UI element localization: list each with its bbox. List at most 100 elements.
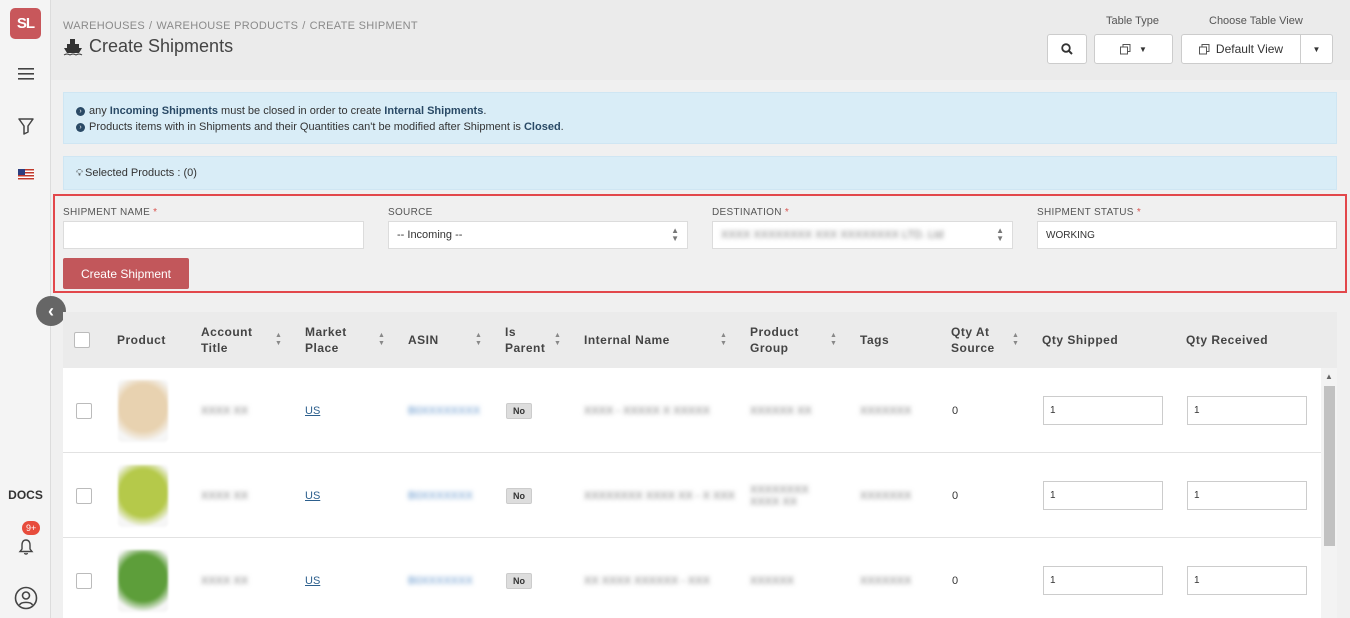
market-place-link[interactable]: US [305, 490, 320, 502]
market-place-link[interactable]: US [305, 405, 320, 417]
qty-shipped-input[interactable]: 1 [1043, 566, 1163, 595]
page-title: Create Shipments [63, 36, 233, 57]
asin-link[interactable]: B0XXXXXXX [408, 538, 473, 618]
view-dropdown-toggle[interactable]: ▼ [1300, 34, 1333, 64]
selected-products-box: 💡︎ Selected Products : (0) [63, 156, 1337, 190]
table-row[interactable]: XXXX XX US B0XXXXXXX No XX XXXX XXXXXX -… [63, 538, 1321, 618]
table-row[interactable]: XXXX XX US B0XXXXXXX No XXXXXXXX XXXX XX… [63, 453, 1321, 538]
qty-at-source-cell: 0 [952, 489, 959, 502]
sort-icon[interactable]: ▲ ▼ [830, 332, 837, 348]
breadcrumb-warehouse-products[interactable]: WAREHOUSE PRODUCTS [156, 20, 298, 32]
chevron-left-icon: ‹ [48, 300, 54, 321]
sort-icon[interactable]: ▲ ▼ [554, 332, 561, 348]
sort-icon[interactable]: ▲ ▼ [1012, 332, 1019, 348]
shipment-name-label: SHIPMENT NAME * [63, 207, 158, 218]
product-group-cell: XXXXXXXX XXXX XX [750, 483, 809, 508]
table-header: Product Account Title ▲ ▼ Market Place ▲ ▼ A… [63, 312, 1337, 368]
arrow-circle-icon: › [76, 106, 85, 116]
destination-select[interactable]: XXXX XXXXXXXX XXX XXXXXXXX LTD. Ltd ▲ ▼ [712, 221, 1013, 249]
row-checkbox[interactable] [76, 487, 92, 504]
select-all-checkbox[interactable] [74, 332, 90, 348]
breadcrumb: WAREHOUSES / WAREHOUSE PRODUCTS / CREATE SHI… [63, 20, 418, 32]
copy-icon [1198, 43, 1210, 54]
caret-down-icon: ▼ [1139, 44, 1147, 54]
col-internal-name[interactable]: Internal Name [584, 312, 670, 368]
collapse-sidebar-button[interactable]: ‹ [36, 296, 66, 326]
source-select[interactable]: -- Incoming -- ▲ ▼ [388, 221, 688, 249]
col-tags: Tags [860, 333, 890, 347]
page-title-text: Create Shipments [89, 36, 234, 56]
qty-received-input[interactable]: 1 [1187, 566, 1307, 595]
table-type-dropdown[interactable]: ▼ [1094, 34, 1173, 64]
is-parent-badge: No [506, 487, 532, 504]
row-checkbox[interactable] [76, 572, 92, 589]
app-logo[interactable]: SL [10, 8, 41, 39]
col-product: Product [117, 333, 166, 347]
us-flag-icon[interactable] [14, 162, 38, 186]
sort-icon[interactable]: ▲ ▼ [720, 332, 727, 348]
internal-name-cell: XX XXXX XXXXXX - XXX [584, 574, 710, 587]
row-checkbox[interactable] [76, 402, 92, 419]
account-title-cell: XXXX XX [201, 574, 249, 587]
bell-icon[interactable] [14, 535, 38, 559]
product-thumbnail[interactable] [118, 464, 168, 527]
sort-icon[interactable]: ▲ ▼ [378, 332, 385, 348]
ship-icon [63, 38, 83, 56]
product-group-cell: XXXXXX [750, 574, 795, 587]
qty-shipped-input[interactable]: 1 [1043, 396, 1163, 425]
scrollbar-thumb[interactable] [1324, 386, 1335, 546]
copy-icon [1120, 43, 1131, 54]
user-profile-icon[interactable] [14, 586, 38, 610]
docs-link[interactable]: DOCS [0, 488, 51, 502]
col-market-place[interactable]: Market Place [305, 312, 347, 368]
col-qty-shipped: Qty Shipped [1042, 333, 1119, 347]
col-qty-at-source[interactable]: Qty At Source [951, 312, 995, 368]
scroll-up-arrow-icon[interactable]: ▲ [1325, 372, 1333, 381]
table-row[interactable]: XXXX XX US B0XXXXXXXX No XXXX - XXXXX X … [63, 368, 1321, 453]
market-place-link[interactable]: US [305, 575, 320, 587]
product-thumbnail[interactable] [118, 379, 168, 442]
col-asin[interactable]: ASIN [408, 312, 439, 368]
create-shipment-button[interactable]: Create Shipment [63, 258, 189, 289]
table-scrollbar[interactable]: ▲ [1321, 368, 1337, 618]
destination-label: DESTINATION * [712, 207, 790, 218]
sort-icon[interactable]: ▲ ▼ [475, 332, 482, 348]
qty-at-source-cell: 0 [952, 404, 959, 417]
sort-icon[interactable]: ▲ ▼ [275, 332, 282, 348]
col-product-group[interactable]: Product Group [750, 312, 799, 368]
selected-products-count: Selected Products : (0) [85, 167, 197, 179]
arrow-circle-icon: › [76, 122, 85, 132]
asin-link[interactable]: B0XXXXXXXX [408, 368, 480, 453]
tags-cell: XXXXXXX [860, 404, 912, 417]
select-arrows-icon: ▲ ▼ [996, 226, 1004, 243]
product-group-cell: XXXXXX XX [750, 404, 812, 417]
default-view-button[interactable]: Default View [1181, 34, 1301, 64]
menu-icon[interactable] [14, 62, 38, 86]
product-thumbnail[interactable] [118, 549, 168, 612]
qty-shipped-input[interactable]: 1 [1043, 481, 1163, 510]
lightbulb-icon: 💡︎ [76, 168, 83, 179]
tags-cell: XXXXXXX [860, 489, 912, 502]
shipment-status-label: SHIPMENT STATUS * [1037, 207, 1142, 218]
internal-name-cell: XXXX - XXXXX X XXXXX [584, 404, 710, 417]
choose-view-label: Choose Table View [1209, 15, 1303, 27]
source-label: SOURCE [388, 207, 433, 218]
qty-received-input[interactable]: 1 [1187, 396, 1307, 425]
qty-received-input[interactable]: 1 [1187, 481, 1307, 510]
account-title-cell: XXXX XX [201, 489, 249, 502]
filter-icon[interactable] [14, 114, 38, 138]
asin-link[interactable]: B0XXXXXXX [408, 453, 473, 538]
shipment-name-input[interactable] [63, 221, 364, 249]
shipment-status-field[interactable]: WORKING [1037, 221, 1337, 249]
info-alert: › any Incoming Shipments must be closed i… [63, 92, 1337, 144]
col-account-title[interactable]: Account Title [201, 312, 253, 368]
caret-down-icon: ▼ [1312, 44, 1321, 54]
breadcrumb-warehouses[interactable]: WAREHOUSES [63, 20, 145, 32]
default-view-label: Default View [1215, 42, 1284, 56]
col-is-parent[interactable]: Is Parent [505, 312, 545, 368]
search-icon [1061, 43, 1073, 55]
tags-cell: XXXXXXX [860, 574, 912, 587]
search-button[interactable] [1047, 34, 1087, 64]
select-arrows-icon: ▲ ▼ [671, 226, 679, 243]
page-header: WAREHOUSES / WAREHOUSE PRODUCTS / CREATE SHI… [51, 0, 1350, 80]
